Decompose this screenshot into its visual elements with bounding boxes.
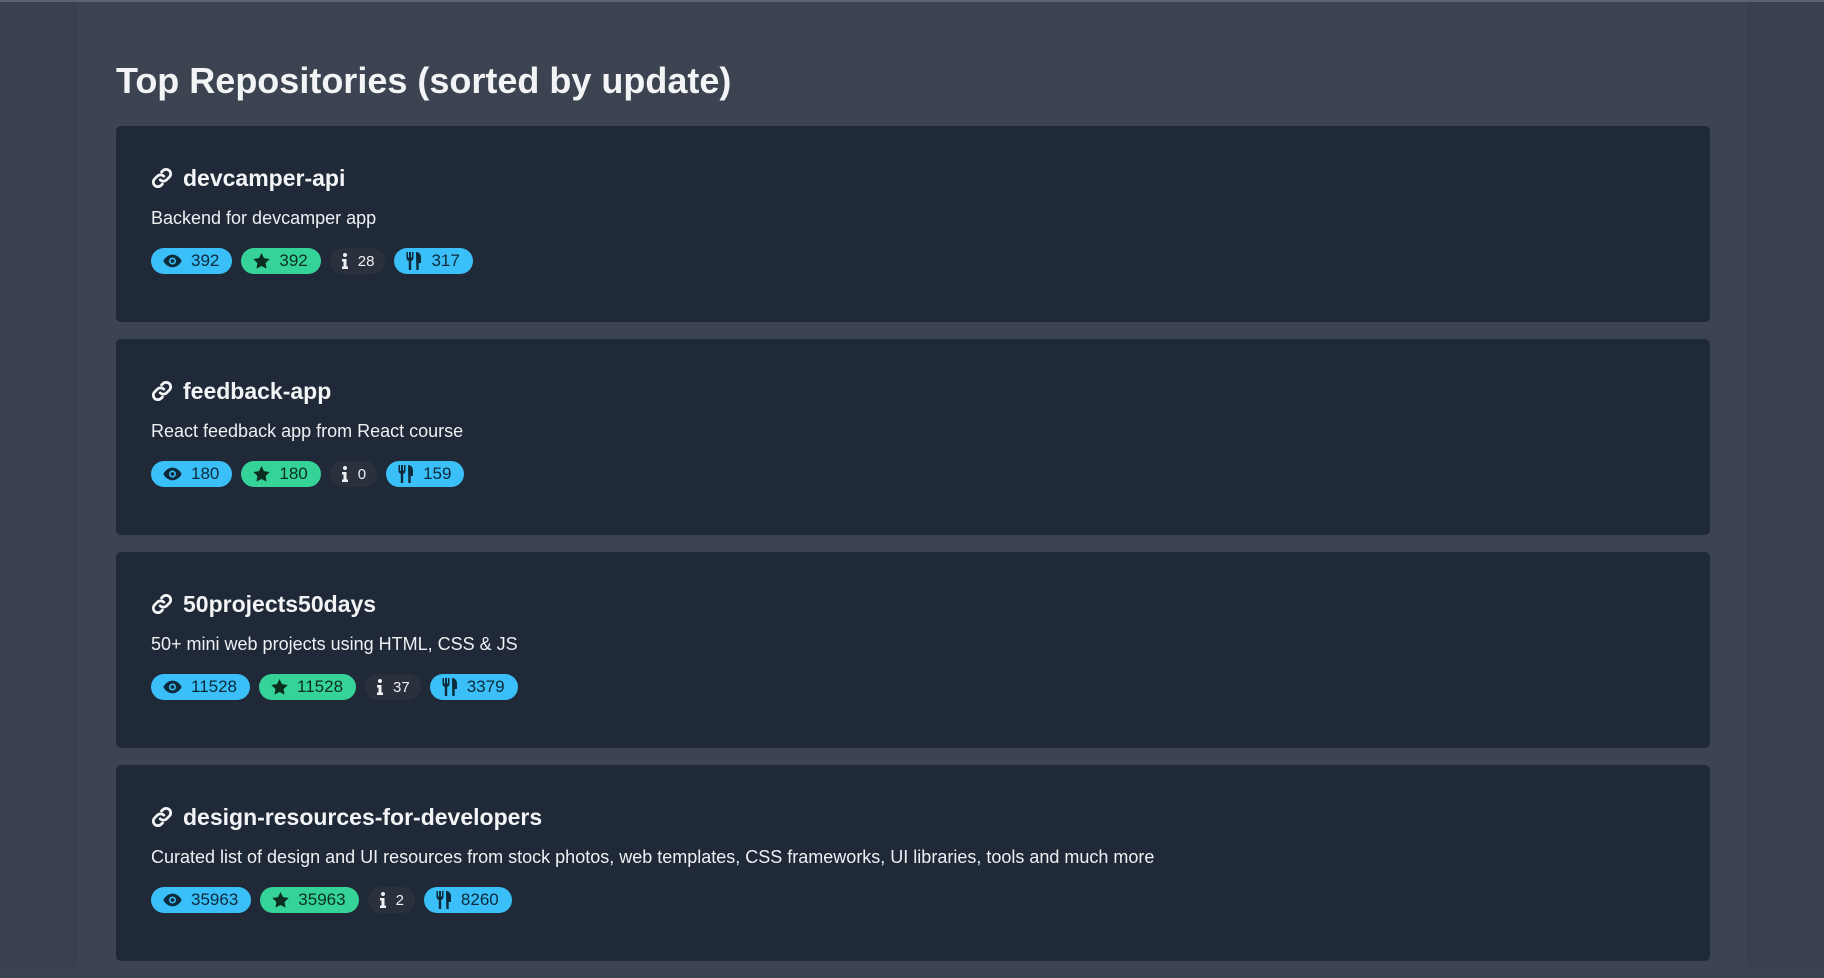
window-top-border [0, 0, 1824, 2]
forks-badge: 8260 [423, 887, 512, 913]
info-icon [377, 679, 384, 695]
watchers-badge: 11528 [151, 674, 251, 700]
watchers-count: 11528 [191, 677, 238, 696]
repo-description: 50+ mini web projects using HTML, CSS & … [151, 634, 518, 654]
page-gutter-left [0, 2, 78, 967]
forks-count: 3379 [466, 677, 505, 696]
link-icon [151, 806, 173, 828]
watchers-count: 35963 [191, 890, 239, 909]
repo-link[interactable]: 50projects50days [151, 588, 1675, 620]
page-gutter-right [1746, 2, 1824, 967]
repo-name: design-resources-for-developers [183, 803, 543, 830]
issues-badge: 0 [329, 461, 378, 487]
eye-icon [163, 680, 182, 694]
stars-count: 35963 [298, 890, 346, 909]
repo-stats: 392 392 28 317 [151, 248, 1675, 274]
utensils-icon [398, 465, 414, 483]
issues-count: 2 [395, 891, 404, 909]
watchers-count: 180 [191, 464, 220, 483]
repo-card: feedback-app React feedback app from Rea… [116, 339, 1710, 535]
info-icon [341, 253, 348, 269]
utensils-icon [442, 678, 457, 696]
utensils-icon [436, 891, 451, 909]
star-icon [253, 466, 271, 482]
repo-link[interactable]: devcamper-api [151, 162, 1675, 194]
stars-badge: 392 [241, 248, 321, 274]
repo-link[interactable]: design-resources-for-developers [151, 801, 1675, 833]
stars-count: 11528 [297, 677, 344, 696]
link-icon [151, 593, 173, 615]
watchers-badge: 392 [151, 248, 233, 274]
forks-count: 159 [423, 464, 452, 483]
repo-stats: 11528 11528 37 3379 [151, 674, 1675, 700]
repo-name: feedback-app [183, 377, 332, 404]
watchers-badge: 35963 [151, 887, 252, 913]
repo-card: design-resources-for-developers Curated … [116, 765, 1710, 961]
issues-count: 37 [393, 678, 410, 696]
eye-icon [163, 467, 182, 481]
issues-badge: 2 [367, 887, 415, 913]
repo-name: devcamper-api [183, 164, 346, 191]
utensils-icon [406, 252, 422, 270]
repo-stats: 35963 35963 2 8260 [151, 887, 1675, 913]
issues-badge: 28 [329, 248, 386, 274]
link-icon [151, 380, 173, 402]
main-content: Top Repositories (sorted by update) devc… [116, 56, 1710, 978]
repo-description: Curated list of design and UI resources … [151, 847, 1155, 867]
forks-badge: 3379 [429, 674, 518, 700]
issues-badge: 37 [365, 674, 421, 700]
repo-card: 50projects50days 50+ mini web projects u… [116, 552, 1710, 748]
watchers-badge: 180 [151, 461, 233, 487]
stars-count: 180 [279, 464, 308, 483]
repo-name: 50projects50days [183, 590, 377, 617]
eye-icon [163, 254, 182, 268]
link-icon [151, 167, 173, 189]
stars-count: 392 [279, 251, 308, 270]
watchers-count: 392 [191, 251, 220, 270]
repo-card: devcamper-api Backend for devcamper app … [116, 126, 1710, 322]
repo-list: devcamper-api Backend for devcamper app … [116, 126, 1710, 961]
issues-count: 0 [357, 465, 367, 483]
repo-stats: 180 180 0 159 [151, 461, 1675, 487]
repo-description: Backend for devcamper app [151, 208, 377, 228]
stars-badge: 180 [241, 461, 321, 487]
star-icon [253, 253, 271, 269]
issues-count: 28 [357, 252, 375, 270]
repo-link[interactable]: feedback-app [151, 375, 1675, 407]
stars-badge: 35963 [260, 887, 359, 913]
info-icon [379, 892, 386, 908]
stars-badge: 11528 [259, 674, 357, 700]
star-icon [272, 892, 289, 908]
info-icon [341, 466, 348, 482]
forks-badge: 159 [386, 461, 465, 487]
page-title: Top Repositories (sorted by update) [116, 60, 732, 101]
star-icon [271, 679, 288, 695]
forks-count: 8260 [460, 890, 499, 909]
forks-badge: 317 [394, 248, 473, 274]
forks-count: 317 [431, 251, 460, 270]
repo-description: React feedback app from React course [151, 421, 464, 441]
eye-icon [163, 893, 182, 907]
